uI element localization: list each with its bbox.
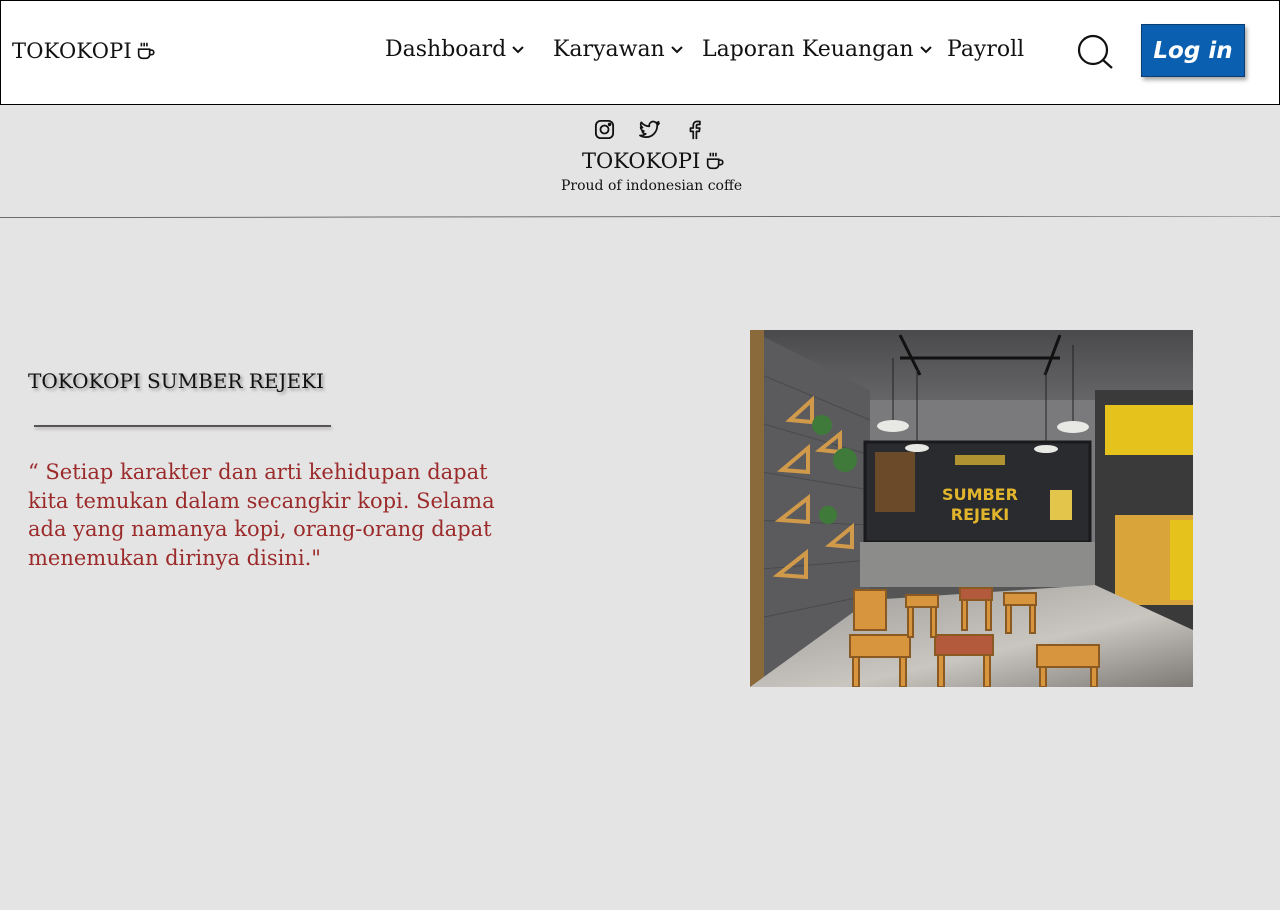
brand-name: TOKOKOPI — [12, 39, 132, 63]
navbar: TOKOKOPI Dashboard Karyawan Laporan Keua… — [0, 0, 1280, 105]
svg-text:REJEKI: REJEKI — [951, 505, 1009, 524]
search-icon[interactable] — [1076, 34, 1114, 70]
nav-dashboard[interactable]: Dashboard — [385, 37, 525, 62]
login-button[interactable]: Log in — [1141, 24, 1245, 77]
social-links — [593, 118, 706, 141]
coffee-shop-photo: SUMBER REJEKI — [750, 330, 1193, 687]
header-divider — [0, 216, 1280, 218]
section-title: TOKOKOPI SUMBER REJEKI — [28, 369, 324, 393]
coffee-cup-icon — [137, 42, 155, 60]
nav-payroll-label: Payroll — [947, 37, 1025, 62]
nav-laporan-keuangan-label: Laporan Keuangan — [702, 37, 914, 62]
tagline: Proud of indonesian coffe — [561, 178, 743, 194]
coffee-cup-icon — [707, 152, 724, 170]
instagram-icon[interactable] — [593, 118, 616, 141]
shop-sign: SUMBER — [942, 485, 1018, 504]
nav-laporan-keuangan[interactable]: Laporan Keuangan — [702, 37, 933, 62]
facebook-icon[interactable] — [683, 118, 706, 141]
chevron-down-icon — [919, 45, 932, 53]
brand-logo[interactable]: TOKOKOPI — [12, 39, 157, 63]
nav-karyawan[interactable]: Karyawan — [553, 37, 684, 62]
title-underline — [34, 425, 331, 427]
chevron-down-icon — [512, 45, 524, 53]
nav-karyawan-label: Karyawan — [553, 37, 665, 62]
header-brand: TOKOKOPI — [582, 149, 726, 173]
chevron-down-icon — [671, 45, 683, 53]
nav-dashboard-label: Dashboard — [385, 37, 507, 62]
header-brand-name: TOKOKOPI — [582, 149, 701, 173]
nav-payroll[interactable]: Payroll — [947, 37, 1024, 62]
quote-text: “ Setiap karakter dan arti kehidupan dap… — [28, 460, 495, 570]
twitter-icon[interactable] — [638, 118, 661, 141]
